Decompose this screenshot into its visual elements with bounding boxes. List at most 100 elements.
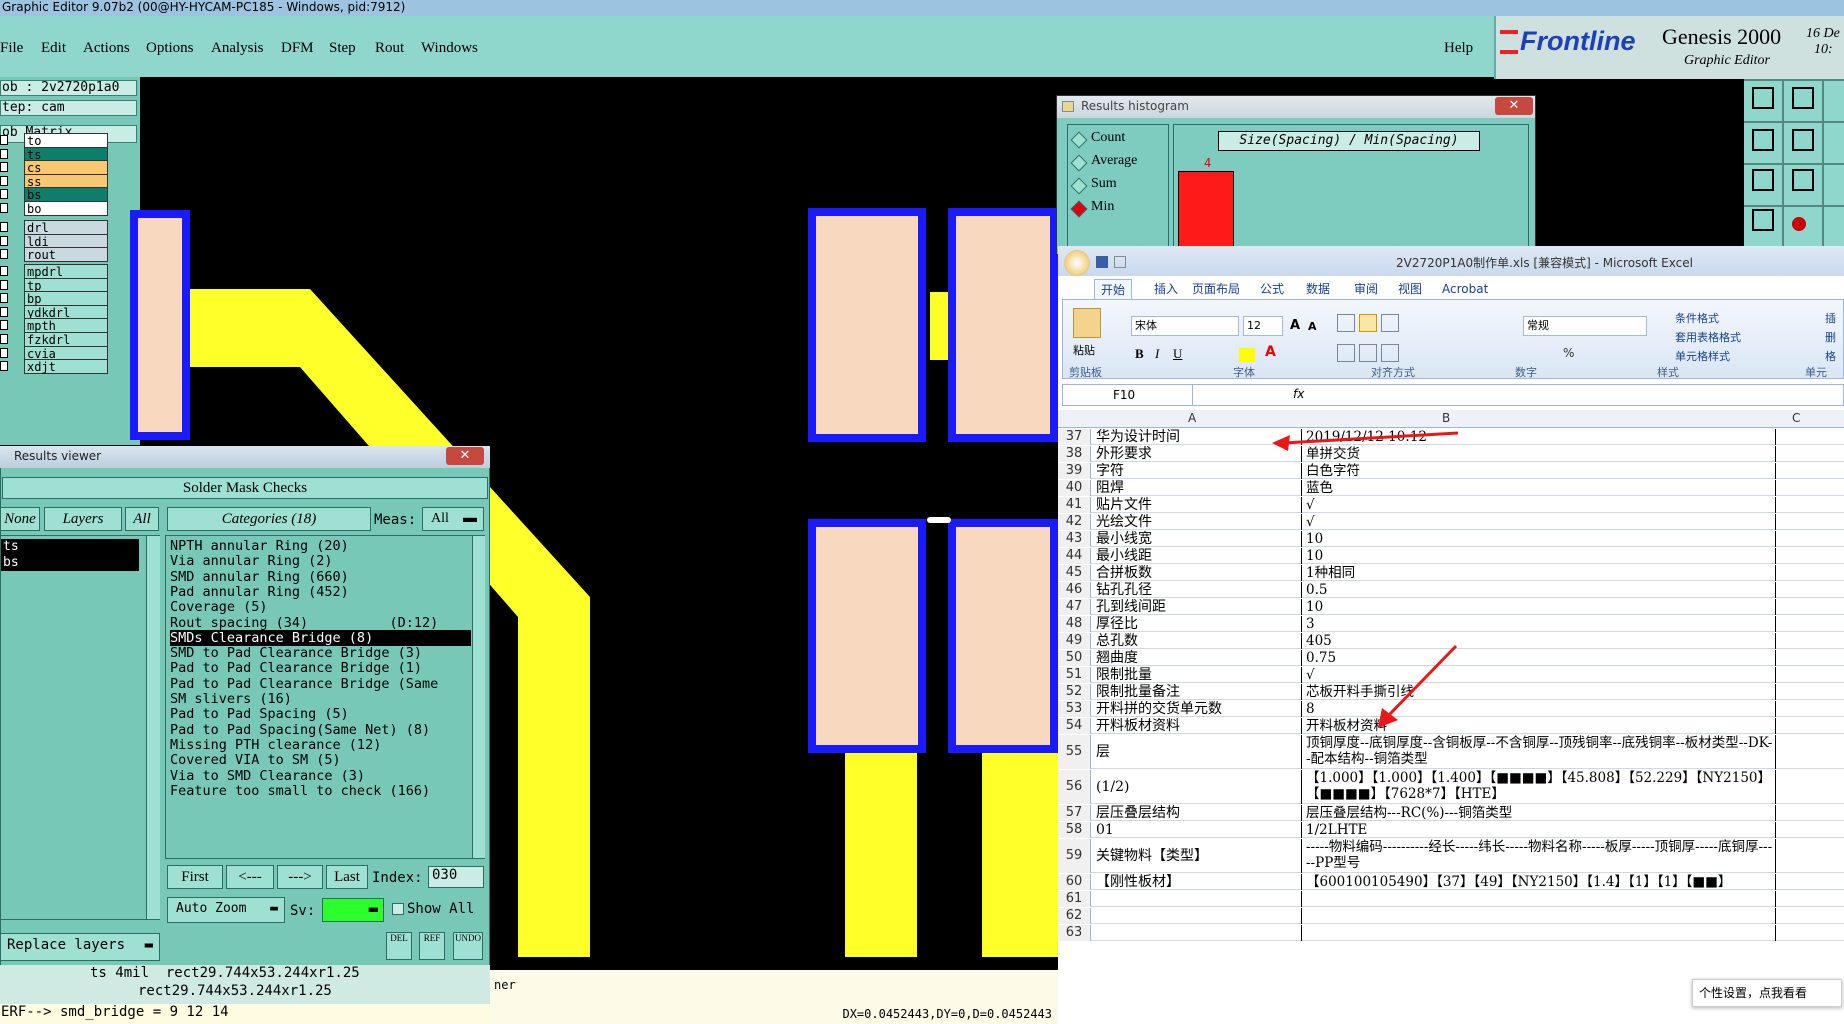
layer-checkbox[interactable] <box>0 293 8 304</box>
layer-checkbox[interactable] <box>0 203 8 213</box>
zoom-center-icon[interactable] <box>1792 169 1814 191</box>
index-input[interactable]: 030 <box>428 866 484 888</box>
category-item[interactable]: Feature too small to check (166) <box>170 783 470 799</box>
viewer-layer-item[interactable]: bs <box>1 555 139 571</box>
scrollbar[interactable] <box>472 536 485 858</box>
coords-readout: DX=0.0452443,DY=0,D=0.0452443 <box>842 1007 1052 1021</box>
category-item[interactable]: SMD to Pad Clearance Bridge (3) <box>170 645 470 661</box>
auto-zoom-dropdown[interactable]: Auto Zoom ▬ <box>167 897 285 923</box>
step-field[interactable]: tep: cam <box>0 100 137 116</box>
layer-checkbox[interactable] <box>0 222 8 232</box>
zoom-home-icon[interactable] <box>1752 87 1774 109</box>
layer-row[interactable]: rout <box>0 247 110 263</box>
refresh-result-button[interactable]: REF <box>419 932 445 960</box>
category-item[interactable]: Rout spacing (34) (D:12) <box>170 615 470 631</box>
show-all-checkbox[interactable] <box>392 903 404 915</box>
prev-button[interactable]: <--- <box>226 865 274 889</box>
menu-rout[interactable]: Rout <box>375 40 404 57</box>
histogram-option[interactable]: Average <box>1091 153 1137 169</box>
layer-checkbox[interactable] <box>0 306 8 317</box>
delete-result-button[interactable]: DEL <box>386 932 412 960</box>
select-all-button[interactable]: All <box>125 507 159 531</box>
category-item[interactable]: SMD annular Ring (660) <box>170 569 470 585</box>
category-item[interactable]: Via annular Ring (2) <box>170 553 470 569</box>
viewer-layer-list[interactable]: ts bs <box>0 535 160 920</box>
category-item[interactable]: Missing PTH clearance (12) <box>170 737 470 753</box>
layer-checkbox[interactable] <box>0 266 8 276</box>
menu-actions[interactable]: Actions <box>83 40 130 57</box>
histogram-option[interactable]: Min <box>1091 199 1114 215</box>
layer-row[interactable]: bo <box>0 201 110 216</box>
results-viewer-title: Results viewer <box>14 449 102 463</box>
next-button[interactable]: ---> <box>277 865 323 889</box>
histogram-plot: Size(Spacing) / Min(Spacing) 4 <box>1173 124 1529 253</box>
layer-checkbox[interactable] <box>0 361 8 372</box>
histogram-option[interactable]: Count <box>1091 130 1125 146</box>
category-item[interactable]: Pad to Pad Spacing(Same Net) (8) <box>170 722 470 738</box>
zoom-down-icon[interactable] <box>1792 87 1814 109</box>
last-button[interactable]: Last <box>326 865 368 889</box>
job-field[interactable]: ob : 2v2720p1a0 <box>0 80 137 96</box>
category-item[interactable]: Pad to Pad Spacing (5) <box>170 706 470 722</box>
replace-layers-dropdown[interactable]: Replace layers ▬ <box>0 933 160 961</box>
category-item[interactable]: Coverage (5) <box>170 599 470 615</box>
category-item[interactable]: Covered VIA to SM (5) <box>170 752 470 768</box>
undo-result-button[interactable]: UNDO <box>453 932 483 960</box>
layer-checkbox[interactable] <box>0 162 8 173</box>
close-icon[interactable]: ✕ <box>446 447 484 465</box>
menu-dfm[interactable]: DFM <box>281 40 314 57</box>
layer-checkbox[interactable] <box>0 135 8 145</box>
pan-right-icon[interactable] <box>1792 129 1814 151</box>
category-item[interactable]: Pad to Pad Clearance Bridge (1) <box>170 660 470 676</box>
sv-label: Sv: <box>290 903 316 919</box>
category-item[interactable]: SMDs Clearance Bridge (8) <box>170 629 471 646</box>
brand-logo: Frontline <box>1520 26 1636 56</box>
meas-dropdown[interactable]: All ▬ <box>422 507 484 531</box>
menu-step[interactable]: Step <box>329 40 356 57</box>
category-item[interactable]: Pad annular Ring (452) <box>170 584 470 600</box>
menu-options[interactable]: Options <box>146 40 194 57</box>
replace-layers-value: Replace layers <box>7 937 126 953</box>
histogram-option[interactable]: Sum <box>1091 176 1117 192</box>
menu-bar: File Edit Actions Options Analysis DFM S… <box>0 16 1494 77</box>
layer-checkbox[interactable] <box>0 334 8 344</box>
categories-header[interactable]: Categories (18) <box>167 507 371 531</box>
category-item[interactable]: Via to SMD Clearance (3) <box>170 768 470 784</box>
category-item[interactable]: Pad to Pad Clearance Bridge (Same <box>170 676 470 692</box>
measure-icon[interactable] <box>1752 209 1774 231</box>
layer-checkbox[interactable] <box>0 235 8 246</box>
layer-name[interactable]: bo <box>24 201 108 216</box>
menu-help[interactable]: Help <box>1444 40 1473 57</box>
close-icon[interactable]: ✕ <box>1495 97 1533 115</box>
zoom-fit-icon[interactable] <box>1752 169 1774 191</box>
histogram-bar[interactable] <box>1178 171 1234 253</box>
layer-checkbox[interactable] <box>0 320 8 331</box>
layer-checkbox[interactable] <box>0 279 8 290</box>
tooltip-popup[interactable]: 个性设置，点我看看 <box>1692 979 1842 1007</box>
error-marker[interactable] <box>927 517 951 523</box>
layer-row[interactable]: xdjt <box>0 359 110 375</box>
menu-analysis[interactable]: Analysis <box>211 40 264 57</box>
layer-checkbox[interactable] <box>0 249 8 260</box>
layer-checkbox[interactable] <box>0 148 8 159</box>
menu-windows[interactable]: Windows <box>421 40 478 57</box>
pan-left-icon[interactable] <box>1752 129 1774 151</box>
first-button[interactable]: First <box>167 865 223 889</box>
scrollbar[interactable] <box>146 536 160 919</box>
menu-edit[interactable]: Edit <box>41 40 66 57</box>
viewer-layer-item[interactable]: ts <box>1 539 139 555</box>
smd-pad <box>130 210 190 440</box>
snap-icon[interactable] <box>1792 217 1806 231</box>
category-item[interactable]: SM slivers (16) <box>170 691 470 707</box>
layer-checkbox[interactable] <box>0 175 8 186</box>
category-item[interactable]: NPTH annular Ring (20) <box>170 538 470 554</box>
brand-subtitle: Graphic Editor <box>1684 53 1770 68</box>
layer-checkbox[interactable] <box>0 347 8 358</box>
menu-file[interactable]: File <box>0 40 23 57</box>
layer-name[interactable]: xdjt <box>24 359 108 375</box>
select-none-button[interactable]: None <box>0 507 40 531</box>
sv-color-dropdown[interactable]: ▬ <box>322 898 384 922</box>
layers-button[interactable]: Layers <box>44 507 122 531</box>
layer-checkbox[interactable] <box>0 189 8 200</box>
layer-name[interactable]: rout <box>24 247 108 263</box>
